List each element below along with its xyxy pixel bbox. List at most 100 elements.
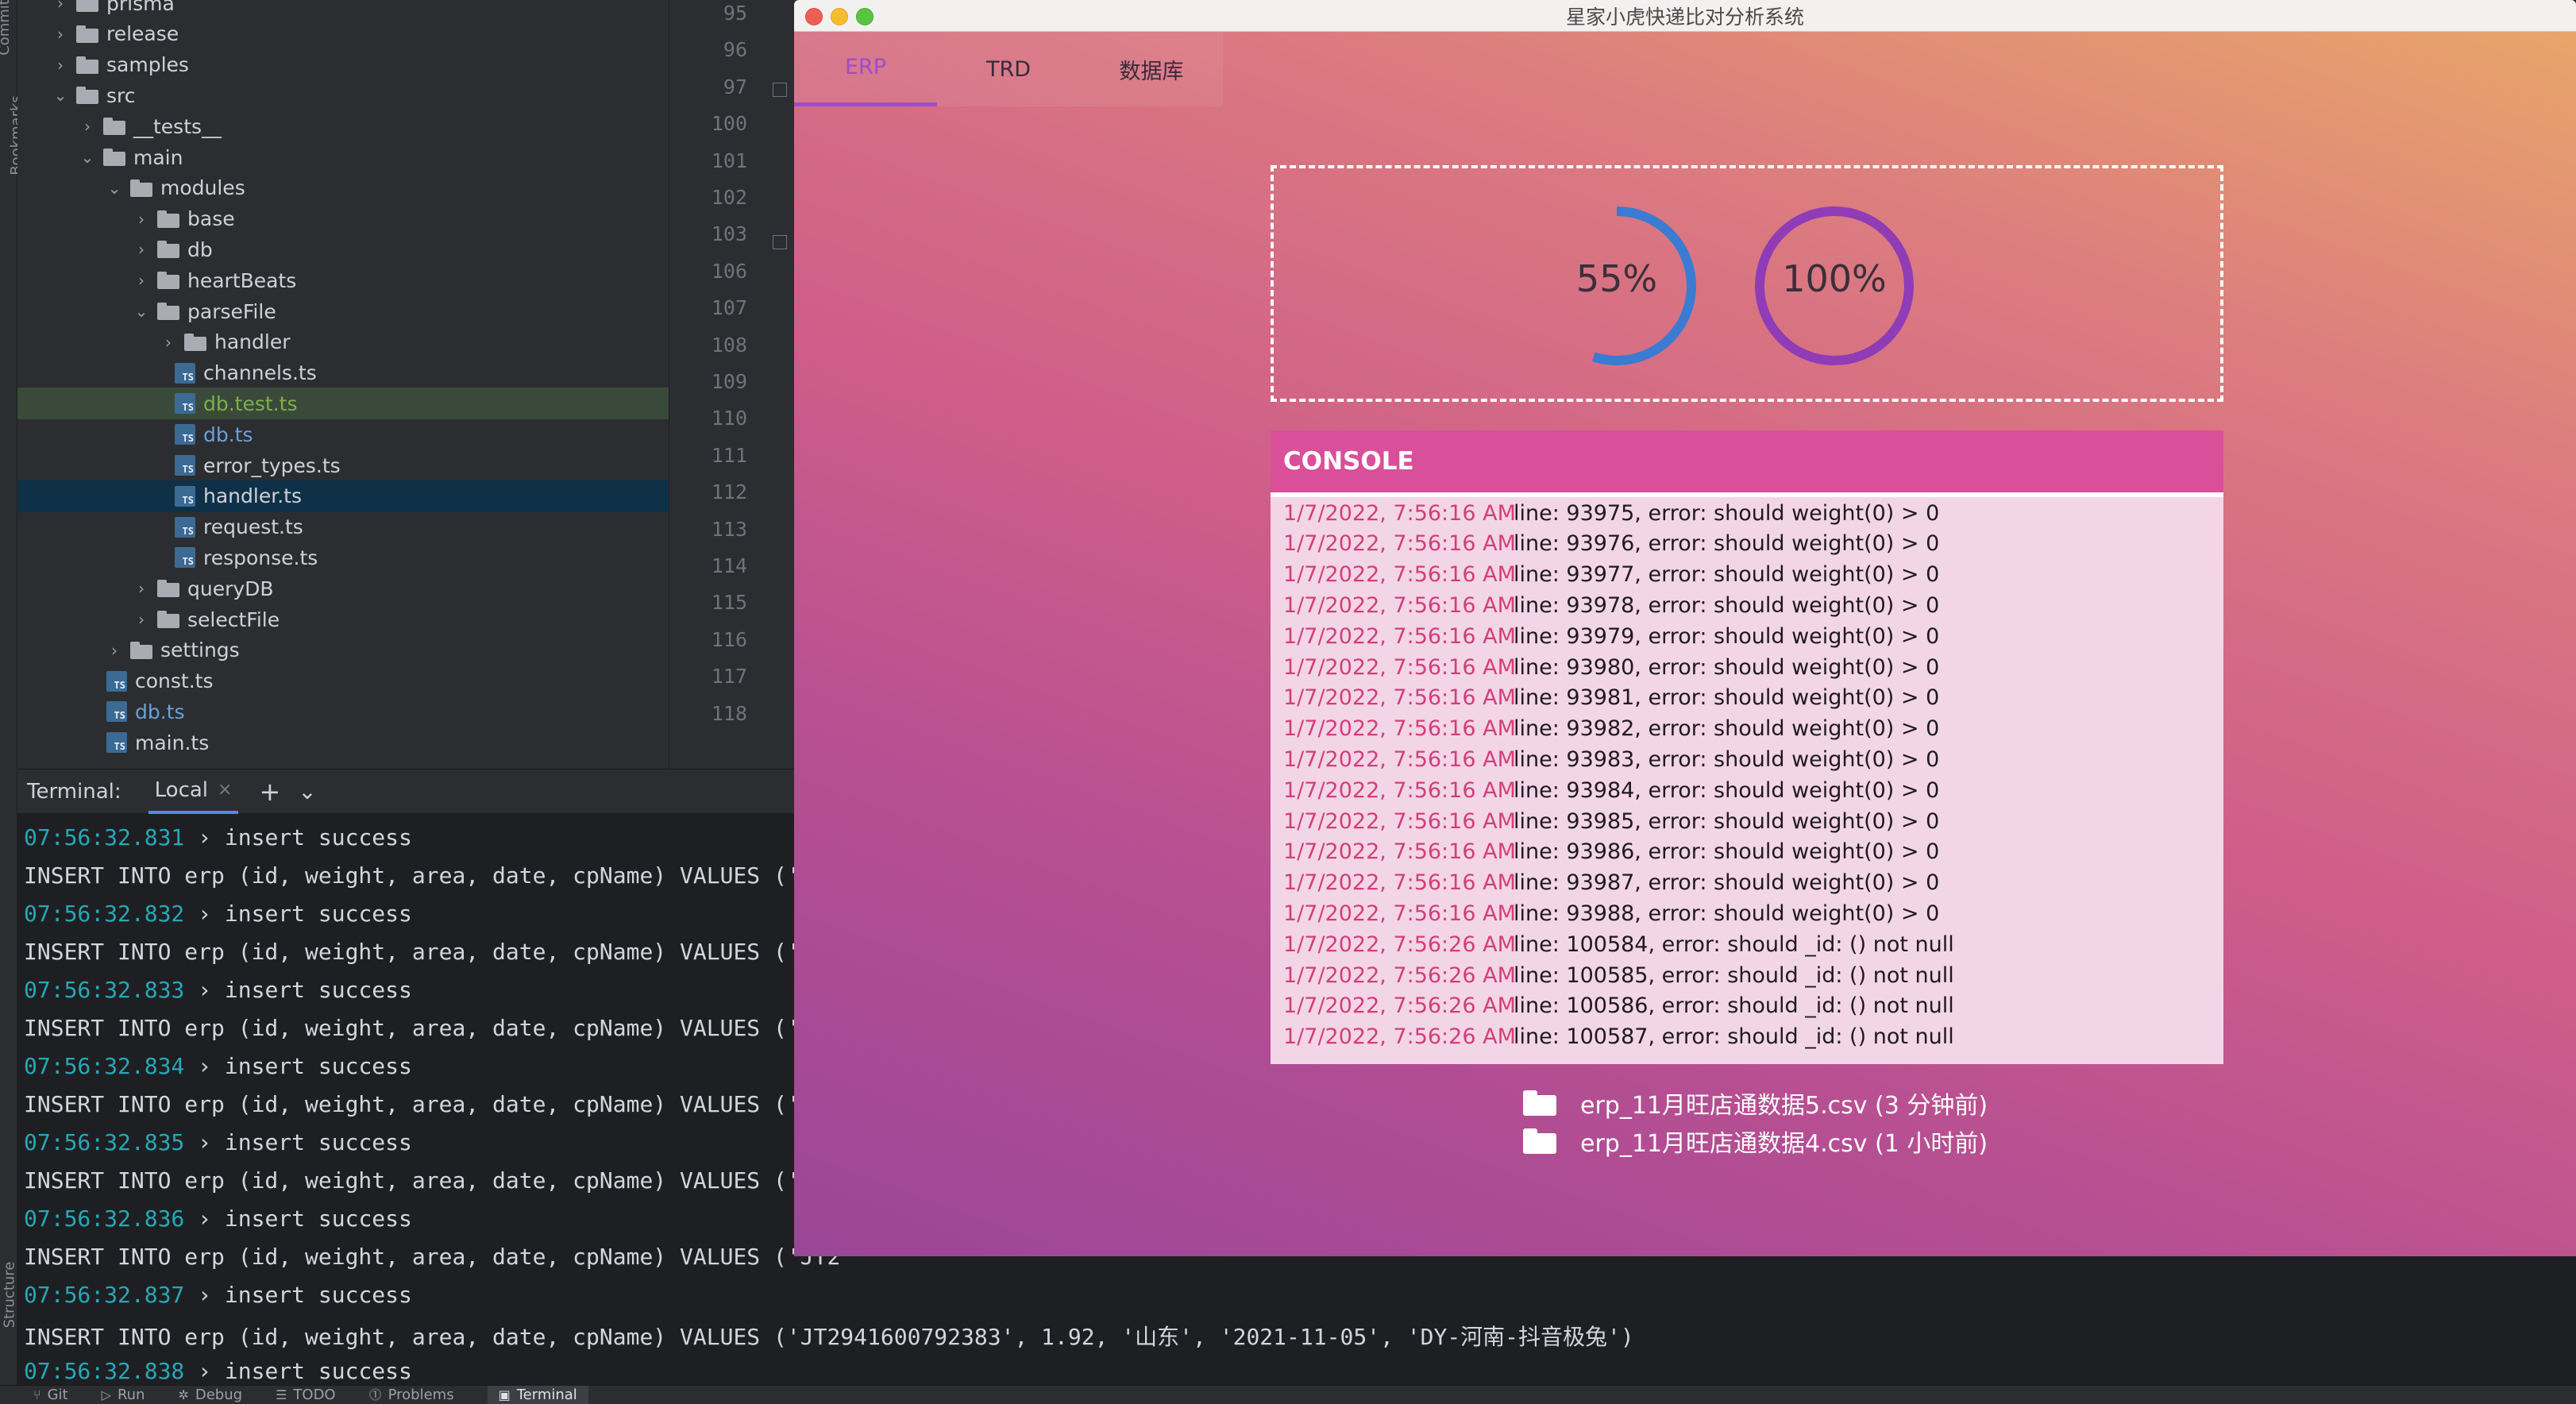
- project-tree: › prisma › release › samples ⌄ src › __tests__ ⌄ ma…: [17, 0, 669, 769]
- terminal-tab-local[interactable]: Local ×: [148, 770, 239, 814]
- console-message: line: 93978, error: should weight(0) > 0: [1514, 592, 1940, 618]
- chevron-right-icon[interactable]: ›: [106, 641, 122, 660]
- line-number: 117: [711, 665, 747, 688]
- minimize-window-button[interactable]: [831, 8, 848, 25]
- console-message: line: 93977, error: should weight(0) > 0: [1514, 562, 1940, 588]
- tree-item[interactable]: TS handler.ts: [17, 480, 669, 512]
- app-window: 星家小虎快递比对分析系统 ERP TRD 数据库 55% 100% CONSOL…: [794, 0, 2576, 1256]
- chevron-down-icon[interactable]: ⌄: [133, 302, 149, 321]
- tree-item[interactable]: › prisma: [17, 0, 669, 19]
- line-number: 112: [711, 480, 747, 504]
- tab-erp[interactable]: ERP: [794, 32, 937, 106]
- console-row: 1/7/2022, 7:56:16 AM line: 93983, error: …: [1283, 743, 1939, 775]
- tree-item[interactable]: TS main.ts: [17, 727, 669, 758]
- folder-icon: [157, 611, 179, 628]
- line-number: 114: [711, 554, 747, 577]
- tree-item[interactable]: › settings: [17, 634, 669, 666]
- recent-file-item[interactable]: erp_11月旺店通数据5.csv (3 分钟前): [1523, 1085, 1988, 1121]
- tree-item[interactable]: TS db.ts: [17, 418, 669, 450]
- folder-icon: [157, 303, 179, 320]
- typescript-file-icon: TS: [175, 455, 195, 476]
- terminal-icon: ▣: [498, 1387, 511, 1402]
- console-timestamp: 1/7/2022, 7:56:26 AM: [1283, 993, 1516, 1019]
- console-message: line: 93980, error: should weight(0) > 0: [1514, 654, 1940, 680]
- structure-tool-label[interactable]: Structure: [1, 1262, 17, 1329]
- chevron-down-icon[interactable]: ⌄: [298, 778, 316, 804]
- line-number: 96: [723, 38, 747, 62]
- tab-trd[interactable]: TRD: [937, 32, 1080, 106]
- console-message: line: 93982, error: should weight(0) > 0: [1514, 716, 1940, 742]
- console-row: 1/7/2022, 7:56:16 AM line: 93986, error: …: [1283, 836, 1939, 868]
- tree-item[interactable]: TS error_types.ts: [17, 449, 669, 481]
- commit-tool-label[interactable]: Commit: [0, 0, 13, 56]
- tree-item-label: handler: [214, 330, 291, 354]
- tree-item[interactable]: › handler: [17, 326, 669, 358]
- chevron-right-icon[interactable]: ›: [79, 117, 95, 136]
- console-row: 1/7/2022, 7:56:16 AM line: 93979, error: …: [1283, 620, 1939, 652]
- tree-item[interactable]: › __tests__: [17, 110, 669, 142]
- tree-item-label: response.ts: [203, 546, 318, 569]
- line-number: 107: [711, 296, 747, 320]
- debug-icon: ✲: [178, 1387, 189, 1402]
- chevron-down-icon[interactable]: ⌄: [79, 148, 95, 167]
- tool-window-debug[interactable]: ✲ Debug: [178, 1386, 242, 1404]
- console-row: 1/7/2022, 7:56:26 AM line: 100586, error:…: [1283, 990, 1954, 1022]
- tree-item[interactable]: ⌄ parseFile: [17, 295, 669, 327]
- close-icon[interactable]: ×: [218, 780, 232, 800]
- tree-item[interactable]: › queryDB: [17, 573, 669, 604]
- tree-item[interactable]: ⌄ main: [17, 141, 669, 173]
- line-number: 101: [711, 148, 747, 172]
- tool-window-todo[interactable]: ☰ TODO: [276, 1386, 336, 1404]
- chevron-right-icon[interactable]: ›: [52, 0, 68, 13]
- tool-window-terminal[interactable]: ▣ Terminal: [487, 1386, 588, 1404]
- terminal-line: INSERT INTO erp (id, weight, area, date,…: [24, 1167, 840, 1194]
- add-terminal-icon[interactable]: +: [259, 777, 280, 807]
- recent-file-item[interactable]: erp_11月旺店通数据4.csv (1 小时前): [1523, 1123, 1988, 1159]
- chevron-down-icon[interactable]: ⌄: [106, 179, 122, 198]
- chevron-right-icon[interactable]: ›: [133, 210, 149, 229]
- tree-item[interactable]: › selectFile: [17, 604, 669, 635]
- chevron-right-icon[interactable]: ›: [133, 271, 149, 290]
- git-icon: ⑂: [33, 1387, 41, 1402]
- todo-icon: ☰: [276, 1387, 287, 1402]
- tree-item[interactable]: TS db.test.ts: [17, 388, 669, 420]
- chevron-right-icon[interactable]: ›: [160, 333, 176, 352]
- tree-item[interactable]: › release: [17, 18, 669, 50]
- tool-window-git[interactable]: ⑂ Git: [33, 1386, 68, 1404]
- tree-item[interactable]: › db: [17, 233, 669, 265]
- line-number: 106: [711, 259, 747, 283]
- tree-item[interactable]: › heartBeats: [17, 264, 669, 296]
- chevron-right-icon[interactable]: ›: [52, 25, 68, 44]
- tree-item[interactable]: ⌄ src: [17, 79, 669, 111]
- tree-item[interactable]: › samples: [17, 49, 669, 81]
- tree-item[interactable]: TS const.ts: [17, 665, 669, 697]
- tool-window-run[interactable]: ▷ Run: [102, 1386, 145, 1404]
- line-number: 118: [711, 701, 747, 725]
- chevron-down-icon[interactable]: ⌄: [52, 86, 68, 105]
- terminal-timestamp: 07:56:32.833: [24, 977, 185, 1003]
- console-timestamp: 1/7/2022, 7:56:26 AM: [1283, 1024, 1516, 1050]
- chevron-right-icon[interactable]: ›: [133, 240, 149, 259]
- terminal-text: INSERT INTO erp (id, weight, area, date,…: [24, 1244, 841, 1270]
- tree-item[interactable]: TS response.ts: [17, 542, 669, 573]
- close-window-button[interactable]: [805, 8, 823, 25]
- fold-icon[interactable]: [773, 83, 787, 97]
- tree-item[interactable]: TS db.ts: [17, 696, 669, 727]
- tree-item[interactable]: › base: [17, 203, 669, 235]
- terminal-timestamp: 07:56:32.837: [24, 1282, 185, 1308]
- chevron-right-icon[interactable]: ›: [52, 56, 68, 75]
- editor-gutter: 95 96 97 100 101 102 103 106 107 108 109 110 111 112 1…: [669, 0, 796, 769]
- fold-icon[interactable]: [773, 235, 787, 249]
- terminal-line: INSERT INTO erp (id, weight, area, date,…: [24, 862, 840, 889]
- tab-database[interactable]: 数据库: [1080, 32, 1223, 106]
- terminal-line: 07:56:32.833 › insert success: [24, 977, 412, 1003]
- progress-panel: 55% 100%: [1271, 165, 2223, 402]
- tree-item[interactable]: TS channels.ts: [17, 357, 669, 389]
- tree-item[interactable]: TS request.ts: [17, 511, 669, 543]
- tree-item[interactable]: ⌄ modules: [17, 172, 669, 204]
- chevron-right-icon[interactable]: ›: [133, 610, 149, 629]
- tool-window-problems[interactable]: ⓵ Problems: [369, 1386, 454, 1404]
- maximize-window-button[interactable]: [856, 8, 873, 25]
- chevron-right-icon[interactable]: ›: [133, 579, 149, 598]
- console-panel[interactable]: CONSOLE 1/7/2022, 7:56:16 AM line: 93975,…: [1271, 430, 2223, 1064]
